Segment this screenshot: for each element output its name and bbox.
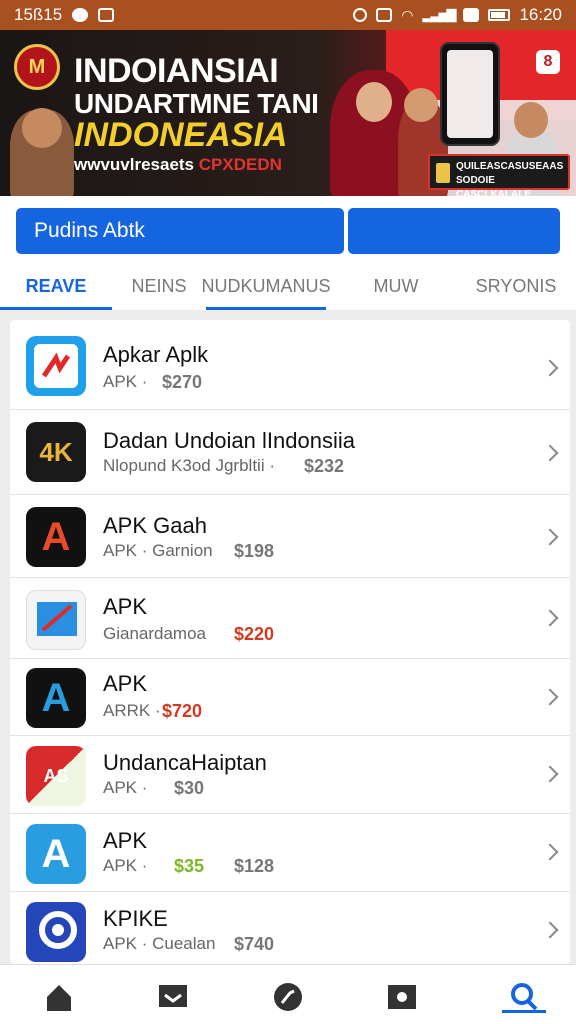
search-icon[interactable] (508, 981, 540, 1013)
banner-title-line3: INDONEASIA (74, 116, 288, 154)
app-subtitle: ARRK · (103, 701, 161, 720)
app-name: APK (103, 594, 148, 619)
undanca-icon: AS (26, 746, 86, 806)
banner-badge: QUILEASCASUSEAAS SODOIE CASCLKALALE (428, 154, 570, 196)
wifi-icon: ◠ (401, 6, 414, 23)
person-head-2 (356, 82, 392, 122)
search-button-label: Pudins Abtk (34, 219, 145, 242)
app-price: $220 (234, 624, 275, 644)
app-name: APK Gaah (103, 513, 207, 538)
messenger-icon (72, 8, 89, 22)
kpike-icon (26, 902, 86, 962)
banner-title-line1: INDOIANSIAI (74, 52, 279, 90)
app-price: $270 (162, 372, 203, 392)
app-price: $198 (234, 541, 275, 561)
list-item[interactable]: A APK Gaah APK · Garnion $198 (10, 495, 570, 578)
banner-close-icon[interactable]: 8 (536, 50, 560, 74)
app-subtitle: APK · Garnion (103, 541, 213, 560)
chevron-right-icon (541, 765, 559, 783)
apk-gaah-icon: A (26, 507, 86, 567)
list-item[interactable]: AS UndancaHaiptan APK · $30 (10, 736, 570, 814)
list-item[interactable]: Apkar Aplk APK · $270 (10, 320, 570, 410)
banner-url-text: wwvuvlresaets (74, 155, 195, 174)
status-time-left: 15ß15 (14, 5, 63, 24)
inbox-icon[interactable] (157, 981, 189, 1013)
banner-url: wwvuvlresaets CPXDEDN (74, 155, 282, 175)
app-name: Apkar Aplk (103, 342, 209, 367)
list-item[interactable]: APK Gianardamoa $220 (10, 578, 570, 659)
status-time-right: 16:20 (519, 5, 562, 24)
app-subtitle: Nlopund K3od Jgrbltii · (103, 456, 275, 475)
alarm-icon (353, 8, 368, 22)
battery-icon (488, 9, 511, 21)
person-head-1 (22, 108, 62, 148)
search-button[interactable]: Pudins Abtk (16, 208, 344, 254)
chevron-right-icon (541, 444, 559, 462)
list-item[interactable]: KPIKE APK · Cuealan $740 (10, 892, 570, 964)
app-subtitle: APK · (103, 778, 148, 797)
chevron-right-icon (541, 609, 559, 627)
app-price: $740 (234, 934, 275, 954)
list-item[interactable]: A APK APK · $35 $128 (10, 814, 570, 892)
apk-a-icon: A (26, 668, 86, 728)
photo-icon (98, 8, 115, 22)
chevron-right-icon (541, 359, 559, 377)
vibrate-icon (376, 8, 393, 22)
data-icon (463, 8, 480, 22)
chevron-right-icon (541, 843, 559, 861)
person-head-3 (404, 88, 438, 122)
app-subtitle: APK · (103, 372, 148, 391)
app-name: APK (103, 671, 148, 696)
banner-url-accent: CPXDEDN (198, 155, 282, 174)
phone-illustration (440, 42, 500, 146)
compass-icon[interactable] (272, 981, 304, 1013)
status-bar: 15ß15 ◠ ▂▃▅▇ 16:20 (0, 0, 576, 30)
heart-tag-icon[interactable] (386, 981, 418, 1013)
tab-nudkumanus[interactable]: NUDKUMANUS (202, 262, 331, 310)
chevron-right-icon (541, 921, 559, 939)
emblem-logo: M (14, 44, 60, 90)
document-icon (26, 590, 86, 650)
promo-banner[interactable]: M INDOIANSIAI UNDARTMNE TANI INDONEASIA … (0, 30, 576, 196)
app-subtitle: Gianardamoa (103, 624, 207, 643)
app-price: $720 (162, 701, 203, 721)
secondary-button[interactable] (348, 208, 560, 254)
app-price-discount: $35 (174, 856, 205, 876)
tab-reave[interactable]: REAVE (0, 262, 112, 310)
list-item[interactable]: 4K Dadan Undoian lIndonsiia Nlopund K3od… (10, 410, 570, 495)
app-name: KPIKE (103, 906, 168, 931)
bottom-nav (0, 964, 576, 1024)
4k-icon: 4K (26, 422, 86, 482)
app-subtitle: APK · Cuealan (103, 934, 216, 953)
tab-muw[interactable]: MUW (326, 262, 456, 310)
chevron-right-icon (541, 688, 559, 706)
app-price: $30 (174, 778, 205, 798)
chevron-right-icon (541, 528, 559, 546)
app-subtitle: APK · (103, 856, 148, 875)
tab-neins[interactable]: NEINS (112, 262, 206, 310)
app-name: UndancaHaiptan (103, 750, 267, 775)
person-head-4 (514, 102, 548, 138)
signal-icon: ▂▃▅▇ (422, 7, 456, 22)
active-tab-indicator (502, 1010, 546, 1013)
apk-blue-icon: A (26, 824, 86, 884)
home-icon[interactable] (43, 981, 75, 1013)
app-name: Dadan Undoian lIndonsiia (103, 428, 355, 453)
list-item[interactable]: A APK ARRK · $720 (10, 659, 570, 736)
apkar-icon (26, 336, 86, 396)
app-list: Apkar Aplk APK · $270 4K Dadan Undoian l… (10, 320, 570, 964)
app-price: $232 (304, 456, 345, 476)
category-tabs: REAVE NEINS NUDKUMANUS MUW SRYONIS (0, 262, 576, 310)
app-name: APK (103, 828, 148, 853)
tab-sryonis[interactable]: SRYONIS (456, 262, 576, 310)
app-price: $128 (234, 856, 275, 876)
